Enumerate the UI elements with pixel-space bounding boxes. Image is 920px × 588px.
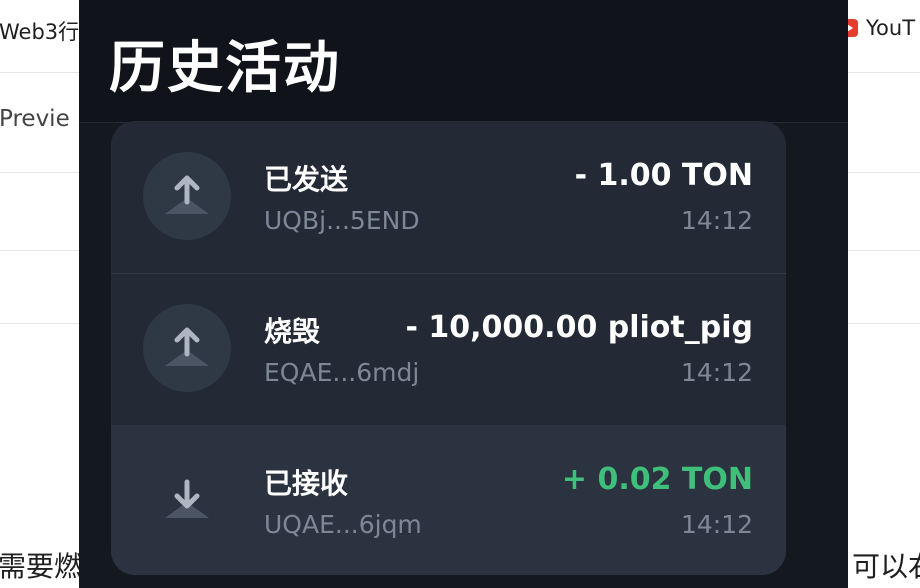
- transaction-time: 14:12: [680, 510, 753, 539]
- bookmark-youtube-label: YouT: [866, 16, 916, 40]
- transaction-amount: - 1.00 TON: [574, 158, 753, 193]
- transaction-time: 14:12: [680, 358, 753, 387]
- background-text-right: 可以右: [852, 550, 920, 583]
- transaction-amount: + 0.02 TON: [561, 462, 753, 497]
- background-text-left: 需要燃: [0, 550, 83, 583]
- preview-tab[interactable]: Previe: [0, 106, 70, 132]
- arrow-up-icon: [143, 152, 231, 240]
- transaction-amount: - 10,000.00 pliot_pig: [405, 310, 753, 345]
- transaction-label: 已接收: [264, 467, 349, 500]
- transaction-address: UQBj...5END: [264, 206, 420, 235]
- bookmark-youtube[interactable]: YouT: [840, 16, 915, 40]
- page-title: 历史活动: [109, 36, 341, 101]
- transaction-label: 烧毁: [264, 315, 321, 348]
- transaction-time: 14:12: [680, 206, 753, 235]
- transaction-row-received[interactable]: 已接收 UQAE...6jqm + 0.02 TON 14:12: [111, 425, 786, 575]
- popup-header: 历史活动: [79, 0, 848, 123]
- wallet-popup: 历史活动 已发送 UQBj...5END - 1.00 TON 14:12 烧毁…: [79, 0, 848, 588]
- transaction-row-sent[interactable]: 已发送 UQBj...5END - 1.00 TON 14:12: [111, 121, 786, 274]
- arrow-down-icon: [143, 456, 231, 544]
- arrow-up-icon: [143, 304, 231, 392]
- bookmark-web3[interactable]: Web3行: [0, 16, 79, 46]
- transaction-row-burn[interactable]: 烧毁 EQAE...6mdj - 10,000.00 pliot_pig 14:…: [111, 273, 786, 426]
- transaction-label: 已发送: [264, 163, 349, 196]
- transaction-address: EQAE...6mdj: [264, 358, 420, 387]
- activity-list: 已发送 UQBj...5END - 1.00 TON 14:12 烧毁 EQAE…: [111, 121, 786, 575]
- transaction-address: UQAE...6jqm: [264, 510, 422, 539]
